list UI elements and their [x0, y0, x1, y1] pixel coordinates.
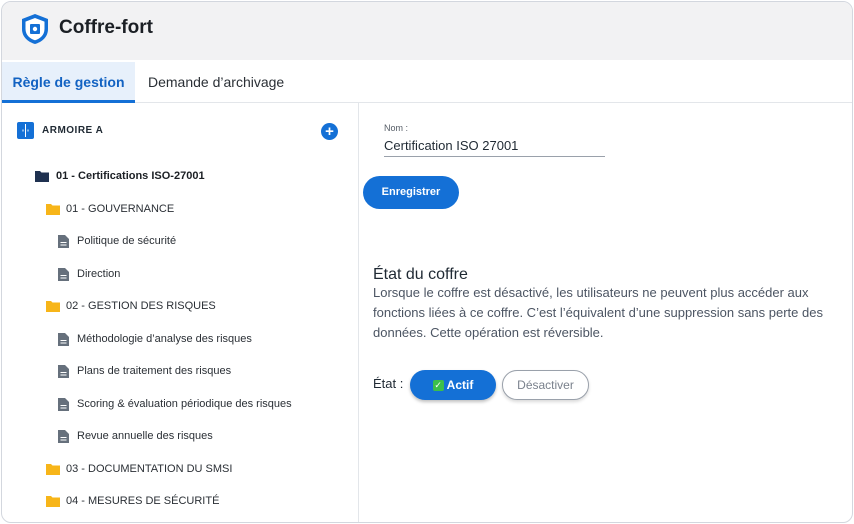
- save-button[interactable]: Enregistrer: [363, 176, 459, 209]
- tree-item-label: 04 - MESURES DE SÉCURITÉ: [66, 495, 220, 507]
- tab-bar: Règle de gestion Demande d’archivage: [2, 62, 852, 103]
- tree-item-document[interactable]: Plans de traitement des risques: [58, 361, 338, 381]
- tree-item-label: Méthodologie d’analyse des risques: [77, 333, 252, 345]
- tree-item-folder[interactable]: 03 - DOCUMENTATION DU SMSI: [46, 459, 336, 479]
- name-field-label: Nom :: [384, 123, 409, 133]
- tree-item-label: 01 - Certifications ISO-27001: [56, 170, 205, 182]
- tree-item-label: Scoring & évaluation périodique des risq…: [77, 398, 292, 410]
- tree-item-label: Revue annuelle des risques: [77, 430, 213, 442]
- document-icon: [58, 268, 69, 281]
- folder-icon: [46, 464, 60, 475]
- armoire-icon: [17, 122, 34, 139]
- detail-panel: Nom : Certification ISO 27001 Enregistre…: [359, 103, 852, 522]
- armoire-label: ARMOIRE A: [42, 125, 104, 136]
- actif-button[interactable]: ✓ Actif: [410, 370, 496, 400]
- name-field[interactable]: Certification ISO 27001: [384, 136, 605, 157]
- app-window: Coffre-fort Règle de gestion Demande d’a…: [1, 1, 853, 523]
- tab-demande-archivage[interactable]: Demande d’archivage: [148, 62, 284, 100]
- tree-item-folder[interactable]: 02 - GESTION DES RISQUES: [46, 296, 336, 316]
- vault-shield-icon: [22, 14, 48, 44]
- tree-item-folder[interactable]: 01 - GOUVERNANCE: [46, 199, 336, 219]
- tree-item-root-folder[interactable]: 01 - Certifications ISO-27001: [35, 166, 335, 186]
- tree-item-document[interactable]: Politique de sécurité: [58, 231, 338, 251]
- document-icon: [58, 333, 69, 346]
- document-icon: [58, 365, 69, 378]
- tree-item-label: 01 - GOUVERNANCE: [66, 203, 175, 215]
- tree-item-document[interactable]: Méthodologie d’analyse des risques: [58, 329, 338, 349]
- add-button[interactable]: +: [321, 123, 338, 140]
- tree-item-document[interactable]: Direction: [58, 264, 338, 284]
- tree-panel: ARMOIRE A + 01 - Certifications ISO-2700…: [2, 103, 359, 522]
- folder-icon: [46, 204, 60, 215]
- document-icon: [58, 430, 69, 443]
- tree-item-folder[interactable]: 04 - MESURES DE SÉCURITÉ: [46, 491, 336, 511]
- document-icon: [58, 235, 69, 248]
- tree-item-label: Direction: [77, 268, 121, 280]
- actif-label: Actif: [446, 378, 474, 392]
- tree-item-document[interactable]: Revue annuelle des risques: [58, 426, 338, 446]
- tree-item-label: Plans de traitement des risques: [77, 365, 232, 377]
- folder-icon: [46, 496, 60, 507]
- tree-item-label: Politique de sécurité: [77, 235, 177, 247]
- desactiver-button[interactable]: Désactiver: [502, 370, 589, 400]
- folder-icon: [46, 301, 60, 312]
- check-icon: ✓: [432, 380, 444, 391]
- app-header: Coffre-fort: [2, 2, 852, 60]
- etat-label: État :: [373, 376, 404, 391]
- folder-icon: [35, 171, 49, 182]
- etat-title: État du coffre: [373, 266, 468, 283]
- document-icon: [58, 398, 69, 411]
- app-title: Coffre-fort: [59, 17, 153, 38]
- tree-item-label: 02 - GESTION DES RISQUES: [66, 300, 216, 312]
- tree-item-label: 03 - DOCUMENTATION DU SMSI: [66, 463, 233, 475]
- etat-description: Lorsque le coffre est désactivé, les uti…: [373, 285, 823, 340]
- tab-regle-de-gestion[interactable]: Règle de gestion: [2, 62, 135, 103]
- tree-item-document[interactable]: Scoring & évaluation périodique des risq…: [58, 394, 348, 414]
